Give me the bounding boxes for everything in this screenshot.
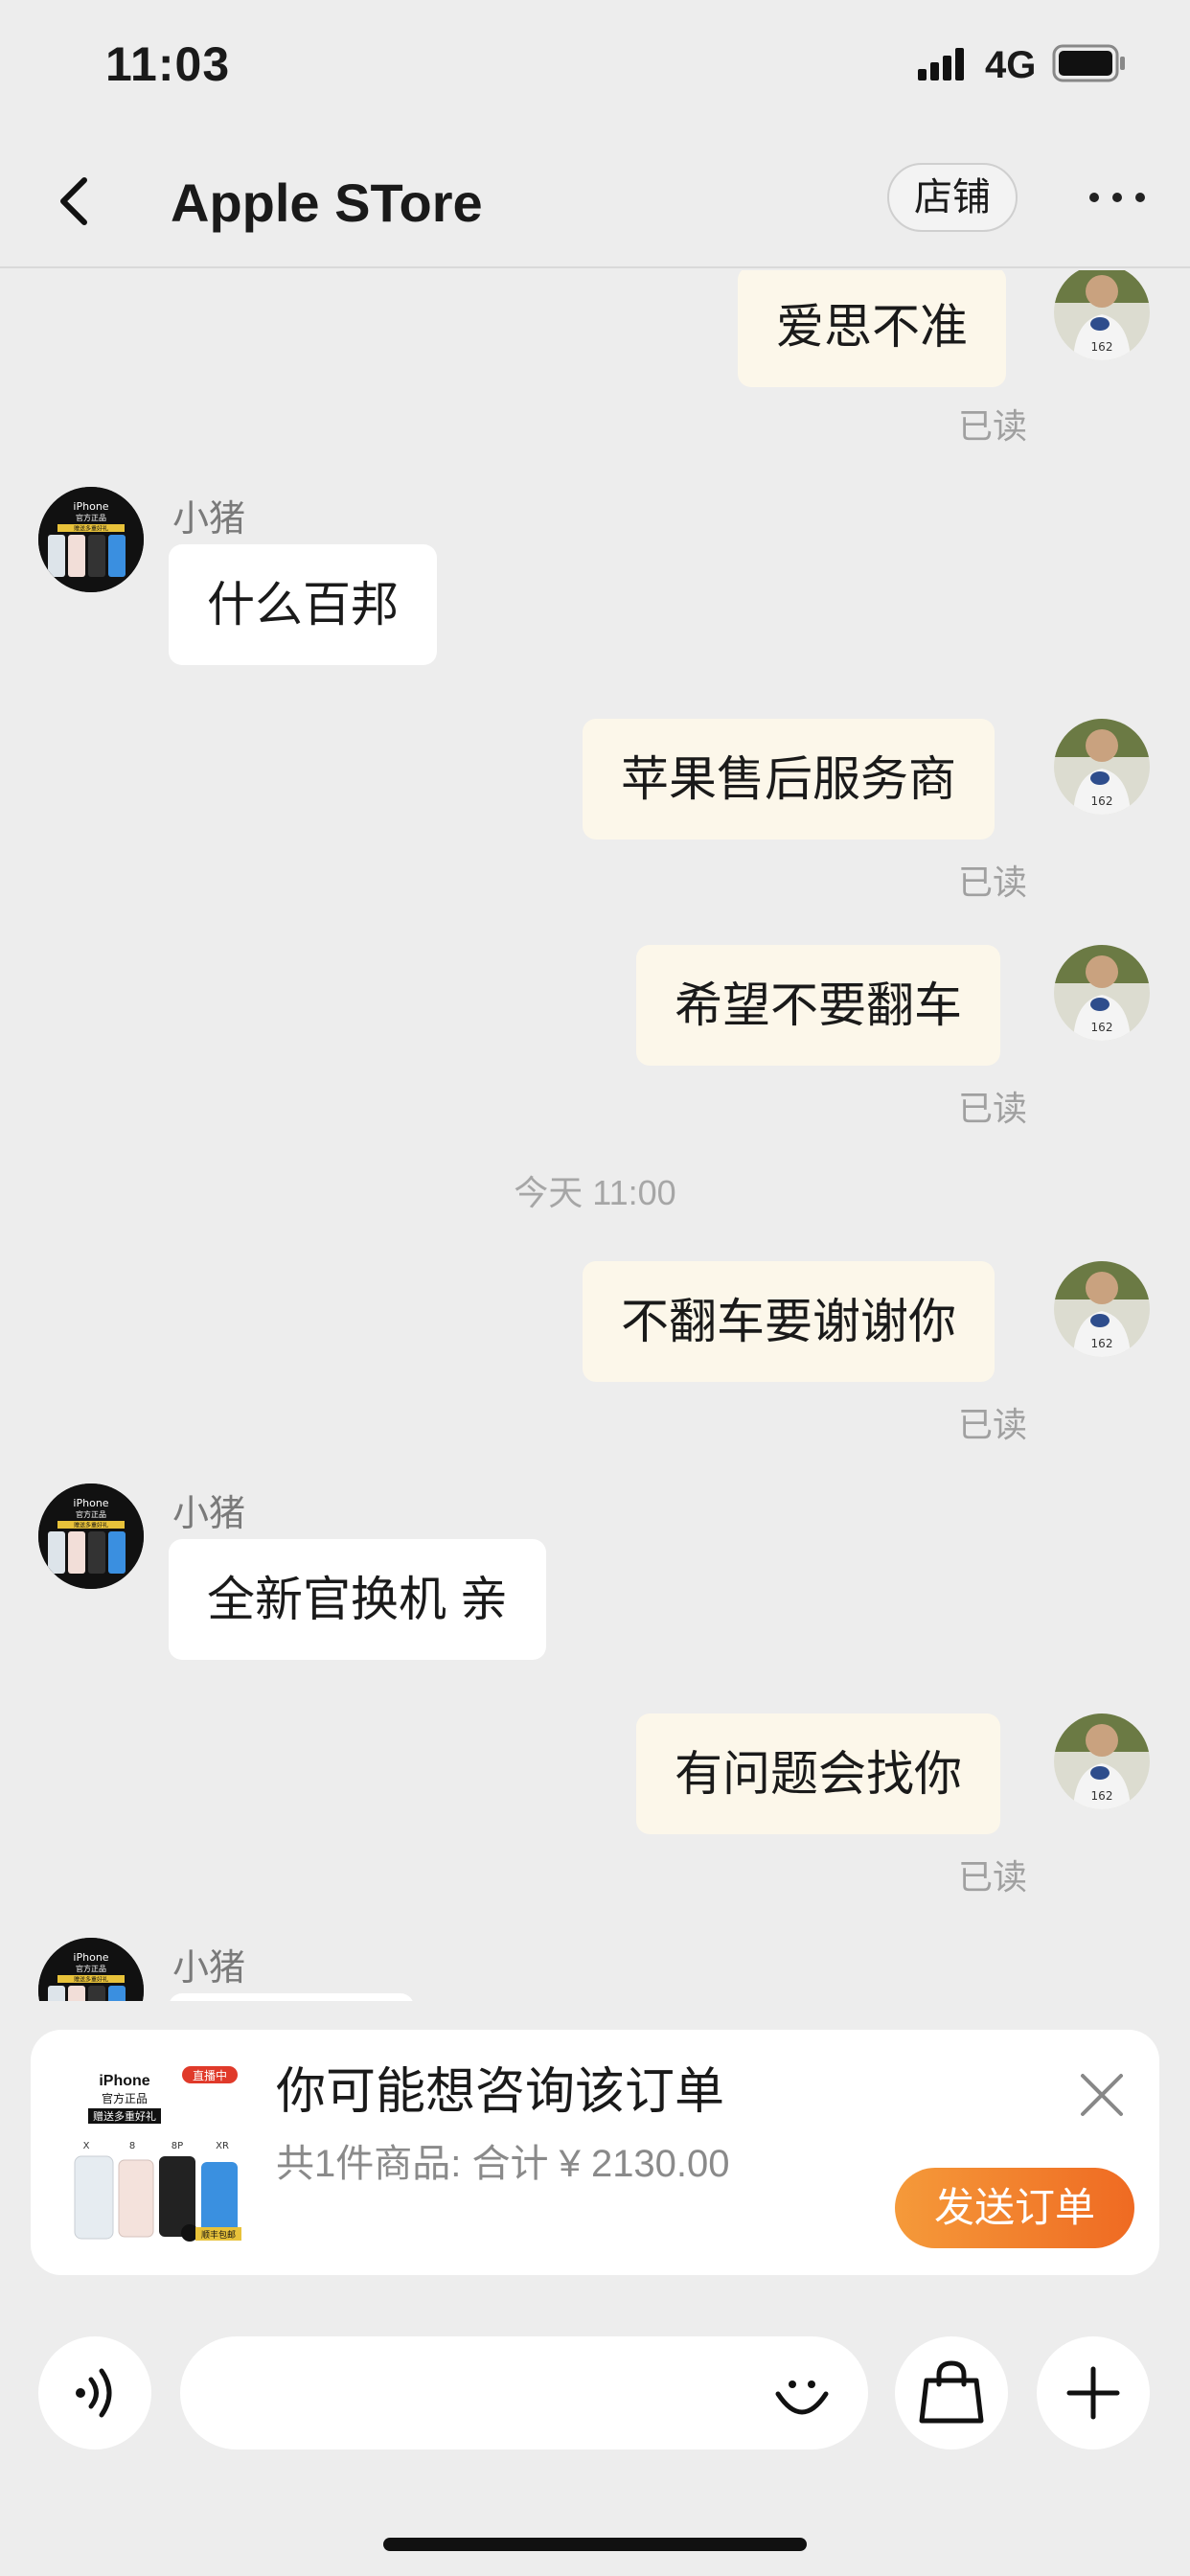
avatar-tagline: 官方正品 [76,513,106,522]
message-bubble[interactable]: 全新官换机 亲 [169,1539,546,1660]
thumb-badge: 直播中 [193,2068,227,2082]
message-input[interactable] [180,2336,868,2450]
order-suggestion-card[interactable]: iPhone 直播中 官方正品 赠送多重好礼 X 8 8P XR 顺丰包邮 你可… [31,2030,1159,2275]
page-title: Apple STore [171,172,483,233]
read-status: 已读 [958,1857,1028,1897]
product-thumbnail: iPhone 直播中 官方正品 赠送多重好礼 X 8 8P XR 顺丰包邮 [67,2057,249,2248]
read-status: 已读 [958,406,1028,446]
avatar-tagline: 官方正品 [76,1509,106,1519]
sender-name: 小猪 [172,1948,246,1989]
shopping-bag-button[interactable] [895,2336,1008,2450]
avatar-brand: iPhone [73,1497,108,1509]
network-type: 4G [985,44,1037,86]
read-status: 已读 [958,1405,1028,1444]
sender-name: 小猪 [172,1494,246,1534]
signal-icon [918,48,964,80]
battery-icon [1052,44,1125,82]
send-order-button[interactable]: 发送订单 [895,2168,1134,2248]
home-indicator [383,2538,807,2551]
message-bubble[interactable]: 希望不要翻车 [636,945,1000,1066]
input-bar [0,2310,1190,2482]
close-icon[interactable] [1075,2068,1129,2122]
my-avatar[interactable]: 162 [1054,1261,1150,1357]
contact-avatar[interactable]: iPhone 官方正品赠送多重好礼 [38,487,144,592]
my-avatar[interactable]: 162 [1054,270,1150,360]
shopping-bag-icon [919,2360,984,2424]
contact-avatar[interactable]: iPhone 官方正品赠送多重好礼 [38,1484,144,1589]
status-time: 11:03 [105,37,231,91]
thumb-tagline: 官方正品 [102,2091,148,2105]
thumb-brand: iPhone [99,2073,149,2089]
avatar-promo: 赠送多重好礼 [74,525,108,533]
read-status: 已读 [958,1089,1028,1128]
my-avatar[interactable]: 162 [1054,945,1150,1041]
chat-timestamp: 今天 11:00 [514,1173,676,1212]
order-summary: 共1件商品: 合计 ¥ 2130.00 [276,2143,730,2185]
message-bubble[interactable]: 爱思不准 [738,270,1006,387]
nav-bar: Apple STore 店铺 [0,134,1190,268]
plus-icon [1066,2366,1120,2420]
message-bubble[interactable]: 什么百邦 [169,544,437,665]
avatar-brand: iPhone [73,1951,108,1964]
chat-area[interactable]: 爱思不准 162 已读 iPhone 官方正品 赠送多重好礼 小猪 什么百邦 苹果售… [0,270,1190,2001]
bib-number: 162 [1091,794,1113,808]
bib-number: 162 [1091,1789,1113,1803]
message-bubble[interactable]: 有问题会找你 [636,1714,1000,1834]
back-arrow-icon[interactable] [50,172,98,230]
more-icon[interactable] [1087,188,1148,207]
voice-icon [76,2368,112,2418]
bib-number: 162 [1091,1337,1113,1350]
avatar-brand: iPhone [73,500,108,513]
contact-avatar[interactable]: iPhone 官方正品赠送多重好礼 [38,1938,144,2001]
bib-number: 162 [1091,1021,1113,1034]
thumb-promo: 赠送多重好礼 [93,2109,156,2123]
message-bubble[interactable] [169,1993,414,2001]
voice-button[interactable] [38,2336,151,2450]
avatar-tagline: 官方正品 [76,1964,106,1973]
add-button[interactable] [1037,2336,1150,2450]
thumb-model: XR [216,2141,229,2151]
message-bubble[interactable]: 苹果售后服务商 [583,719,995,840]
order-card-title: 你可能想咨询该订单 [276,2064,725,2120]
my-avatar[interactable]: 162 [1054,1714,1150,1809]
thumb-shipping: 顺丰包邮 [201,2229,236,2241]
avatar-promo: 赠送多重好礼 [74,1522,108,1530]
emoji-icon[interactable] [772,2365,832,2425]
thumb-model: X [83,2141,90,2151]
status-bar: 11:03 4G [0,0,1190,134]
avatar-promo: 赠送多重好礼 [74,1976,108,1984]
shop-button[interactable]: 店铺 [887,163,1018,232]
read-status: 已读 [958,862,1028,902]
bib-number: 162 [1091,340,1113,354]
thumb-model: 8 [129,2141,135,2151]
my-avatar[interactable]: 162 [1054,719,1150,815]
sender-name: 小猪 [172,499,246,540]
message-bubble[interactable]: 不翻车要谢谢你 [583,1261,995,1382]
thumb-model: 8P [172,2141,183,2151]
